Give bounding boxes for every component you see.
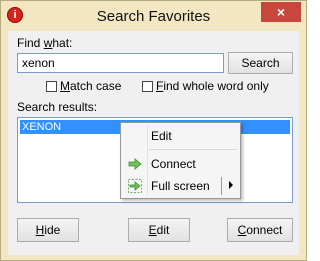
edit-button[interactable]: Edit [128, 218, 190, 242]
context-menu-item-edit[interactable]: Edit [122, 125, 239, 147]
context-menu-item-connect[interactable]: Connect [122, 153, 239, 175]
context-menu-separator [149, 149, 237, 150]
full-screen-arrow-icon [128, 179, 142, 193]
connect-arrow-icon [128, 157, 142, 171]
context-menu-full-screen-label: Full screen [151, 179, 210, 193]
context-menu-item-full-screen[interactable]: Full screen [122, 175, 239, 197]
search-favorites-window: i Search Favorites × Find what: xenon Se… [0, 0, 307, 261]
submenu-divider [221, 177, 222, 195]
connect-button[interactable]: Connect [227, 218, 293, 242]
search-results-label: Search results: [17, 100, 98, 114]
context-menu-edit-label: Edit [151, 129, 172, 143]
title-bar[interactable]: i Search Favorites × [1, 1, 306, 31]
close-button[interactable]: × [261, 2, 301, 22]
context-menu-connect-label: Connect [151, 157, 196, 171]
submenu-arrow-icon [229, 181, 233, 189]
find-what-label: Find what: [17, 36, 73, 50]
find-whole-word-label[interactable]: Find whole word only [156, 79, 269, 93]
context-menu: Edit Connect Full screen [120, 122, 241, 199]
find-whole-word-checkbox[interactable] [142, 81, 153, 92]
search-button[interactable]: Search [228, 52, 293, 74]
match-case-checkbox[interactable] [46, 81, 57, 92]
hide-button[interactable]: Hide [17, 218, 79, 242]
find-what-input[interactable]: xenon [17, 53, 224, 73]
match-case-label[interactable]: Match case [60, 79, 121, 93]
